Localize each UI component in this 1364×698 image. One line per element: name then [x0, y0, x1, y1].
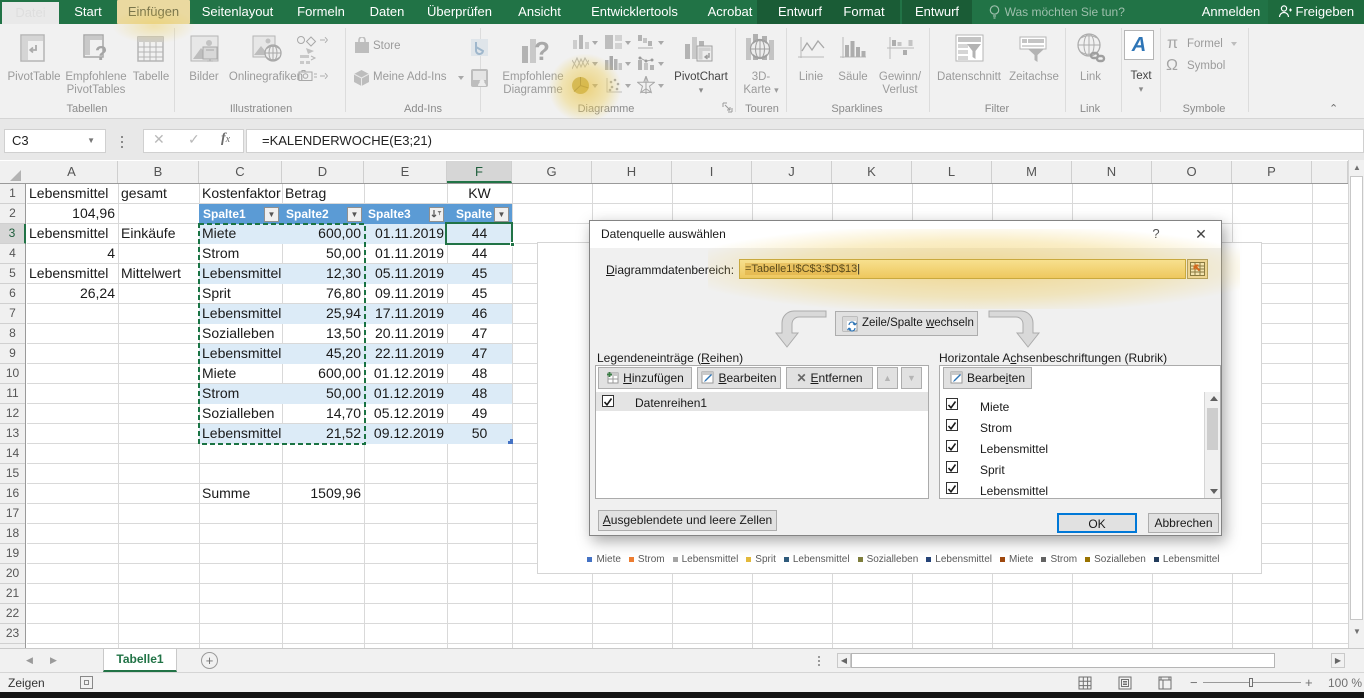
svg-text:?: ?	[534, 36, 549, 66]
svg-text:?: ?	[95, 43, 107, 63]
